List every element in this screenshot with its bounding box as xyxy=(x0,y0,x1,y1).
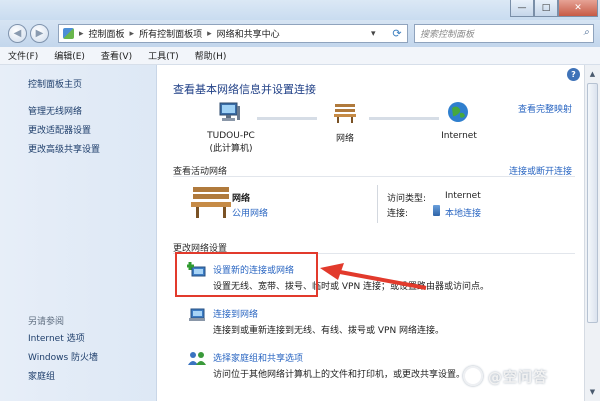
sidebar-item-adapter-settings[interactable]: 更改适配器设置 xyxy=(28,123,91,136)
sidebar: 控制面板主页 管理无线网络 更改适配器设置 更改高级共享设置 另请参阅 Inte… xyxy=(0,65,157,401)
breadcrumb-item[interactable]: 控制面板 xyxy=(89,27,125,40)
close-button[interactable]: ✕ xyxy=(558,0,598,17)
search-placeholder: 搜索控制面板 xyxy=(420,30,475,40)
minimize-button[interactable]: — xyxy=(510,0,534,17)
homegroup-icon xyxy=(187,349,207,367)
connect-network-icon xyxy=(187,305,207,323)
vertical-scrollbar[interactable]: ▲ ▼ xyxy=(584,65,600,401)
back-arrow-icon: ◀ xyxy=(13,28,22,39)
connection-label: 连接: xyxy=(387,209,409,219)
menu-file[interactable]: 文件(F) xyxy=(8,49,38,62)
search-input[interactable]: 搜索控制面板 ⌕ xyxy=(414,24,594,43)
computer-icon xyxy=(219,102,241,122)
sidebar-item-homegroup[interactable]: 家庭组 xyxy=(28,369,55,382)
watermark-logo-icon xyxy=(463,366,483,386)
forward-arrow-icon: ▶ xyxy=(35,28,44,39)
sidebar-item-firewall[interactable]: Windows 防火墙 xyxy=(28,350,98,363)
computer-label: TUDOU-PC (此计算机) xyxy=(201,131,261,154)
network-bench-large-icon xyxy=(189,185,233,219)
see-also-heading: 另请参阅 xyxy=(28,317,65,327)
view-full-map-link[interactable]: 查看完整映射 xyxy=(518,102,572,115)
control-panel-icon xyxy=(63,28,74,39)
access-type-value: Internet xyxy=(445,191,481,201)
highlight-box xyxy=(175,252,318,297)
connection-line xyxy=(257,117,317,120)
annotation-arrow-icon xyxy=(320,263,427,290)
menu-edit[interactable]: 编辑(E) xyxy=(54,49,85,62)
help-icon[interactable]: ? xyxy=(567,68,580,81)
breadcrumb-sep-icon: ▸ xyxy=(207,28,212,39)
window-controls: — □ ✕ xyxy=(510,0,598,18)
maximize-button[interactable]: □ xyxy=(534,0,558,17)
address-bar[interactable]: ▸ 控制面板 ▸ 所有控制面板项 ▸ 网络和共享中心 ▾ xyxy=(58,24,408,43)
task-connect-network-link[interactable]: 连接到网络 xyxy=(213,307,258,320)
breadcrumb-item[interactable]: 网络和共享中心 xyxy=(217,27,280,40)
menu-tools[interactable]: 工具(T) xyxy=(148,49,179,62)
network-type-link[interactable]: 公用网络 xyxy=(232,206,268,219)
task-connect-network-desc: 连接到或重新连接到无线、有线、拨号或 VPN 网络连接。 xyxy=(213,326,445,336)
task-homegroup-link[interactable]: 选择家庭组和共享选项 xyxy=(213,351,303,364)
forward-button[interactable]: ▶ xyxy=(30,24,49,43)
refresh-icon: ⟳ xyxy=(392,27,402,40)
network-name: 网络 xyxy=(232,194,251,204)
address-dropdown-icon[interactable]: ▾ xyxy=(371,29,376,39)
internet-label: Internet xyxy=(441,131,477,141)
access-type-label: 访问类型: xyxy=(387,194,427,204)
scroll-down-icon[interactable]: ▼ xyxy=(586,385,599,398)
watermark-text: @空问答 xyxy=(488,370,548,386)
local-connection-link[interactable]: 本地连接 xyxy=(445,206,481,219)
sidebar-item-internet-options[interactable]: Internet 选项 xyxy=(28,331,85,344)
breadcrumb-sep-icon: ▸ xyxy=(129,28,135,39)
breadcrumb-item[interactable]: 所有控制面板项 xyxy=(139,27,202,40)
scroll-up-icon[interactable]: ▲ xyxy=(586,67,599,80)
sidebar-home-link[interactable]: 控制面板主页 xyxy=(28,77,82,90)
main-panel: ? 查看基本网络信息并设置连接 查看完整映射 TUDOU-PC (此计算机) 网… xyxy=(157,65,600,401)
sidebar-item-manage-wireless[interactable]: 管理无线网络 xyxy=(28,104,82,117)
address-row: ◀ ▶ ▸ 控制面板 ▸ 所有控制面板项 ▸ 网络和共享中心 ▾ ⟳ 搜索控制面… xyxy=(0,20,600,47)
back-button[interactable]: ◀ xyxy=(8,24,27,43)
menu-view[interactable]: 查看(V) xyxy=(101,49,132,62)
breadcrumb-sep-icon: ▸ xyxy=(79,28,84,39)
network-bench-icon xyxy=(333,102,357,124)
page-title: 查看基本网络信息并设置连接 xyxy=(173,83,316,96)
menu-bar: 文件(F) 编辑(E) 查看(V) 工具(T) 帮助(H) xyxy=(0,47,600,65)
divider-vertical xyxy=(377,185,378,223)
search-icon[interactable]: ⌕ xyxy=(583,27,589,38)
globe-icon xyxy=(447,101,469,123)
refresh-button[interactable]: ⟳ xyxy=(388,25,406,42)
scrollbar-thumb[interactable] xyxy=(587,83,598,323)
network-label: 网络 xyxy=(335,134,354,144)
connection-line xyxy=(369,117,439,120)
title-bar: — □ ✕ xyxy=(0,0,600,20)
divider xyxy=(173,176,575,177)
computer-sub-label: (此计算机) xyxy=(209,144,253,154)
computer-name: TUDOU-PC xyxy=(207,131,255,141)
menu-help[interactable]: 帮助(H) xyxy=(195,49,227,62)
task-homegroup-desc: 访问位于其他网络计算机上的文件和打印机，或更改共享设置。 xyxy=(213,370,466,380)
sidebar-item-advanced-sharing[interactable]: 更改高级共享设置 xyxy=(28,142,100,155)
ethernet-icon xyxy=(433,205,440,216)
